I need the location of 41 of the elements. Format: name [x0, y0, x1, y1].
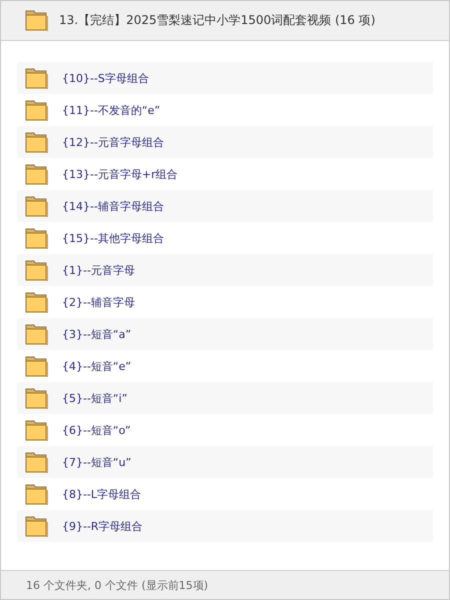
folder-icon — [25, 420, 49, 440]
folder-name: {5}--短音“i” — [62, 390, 128, 406]
folder-name: {4}--短音“e” — [62, 358, 132, 374]
folder-icon — [25, 388, 49, 408]
folder-name: {10}--S字母组合 — [62, 70, 149, 86]
folder-icon — [25, 164, 49, 184]
folder-icon — [25, 10, 49, 31]
folder-icon — [25, 196, 49, 216]
status-text: 16 个文件夹, 0 个文件 (显示前15项) — [26, 578, 208, 592]
folder-name: {7}--短音“u” — [62, 454, 132, 470]
folder-row[interactable]: {14}--辅音字母组合 — [17, 190, 433, 222]
folder-icon — [25, 292, 49, 312]
folder-icon — [25, 228, 49, 248]
folder-icon — [25, 356, 49, 376]
folder-icon — [25, 484, 49, 504]
folder-icon — [25, 100, 49, 120]
folder-icon — [25, 516, 49, 536]
folder-name: {15}--其他字母组合 — [62, 230, 164, 246]
folder-name: {13}--元音字母+r组合 — [62, 166, 178, 182]
folder-name: {12}--元音字母组合 — [62, 134, 164, 150]
folder-row[interactable]: {9}--R字母组合 — [17, 510, 433, 542]
folder-name: {6}--短音“o” — [62, 422, 131, 438]
folder-row[interactable]: {7}--短音“u” — [17, 446, 433, 478]
folder-name: {1}--元音字母 — [62, 262, 135, 278]
folder-name: {2}--辅音字母 — [62, 294, 135, 310]
folder-icon — [25, 324, 49, 344]
folder-name: {3}--短音“a” — [62, 326, 132, 342]
folder-icon — [25, 132, 49, 152]
folder-name: {9}--R字母组合 — [62, 518, 143, 534]
folder-name: {11}--不发音的“e” — [62, 102, 160, 118]
folder-icon — [25, 260, 49, 280]
folder-name: {14}--辅音字母组合 — [62, 198, 164, 214]
folder-row[interactable]: {10}--S字母组合 — [17, 62, 433, 94]
folder-row[interactable]: {1}--元音字母 — [17, 254, 433, 286]
folder-row[interactable]: {3}--短音“a” — [17, 318, 433, 350]
folder-icon — [25, 452, 49, 472]
folder-row[interactable]: {5}--短音“i” — [17, 382, 433, 414]
folder-icon — [25, 68, 49, 88]
folder-name: {8}--L字母组合 — [62, 486, 142, 502]
folder-row[interactable]: {12}--元音字母组合 — [17, 126, 433, 158]
folder-title: 13.【完结】2025雪梨速记中小学1500词配套视频 (16 项) — [59, 12, 376, 29]
